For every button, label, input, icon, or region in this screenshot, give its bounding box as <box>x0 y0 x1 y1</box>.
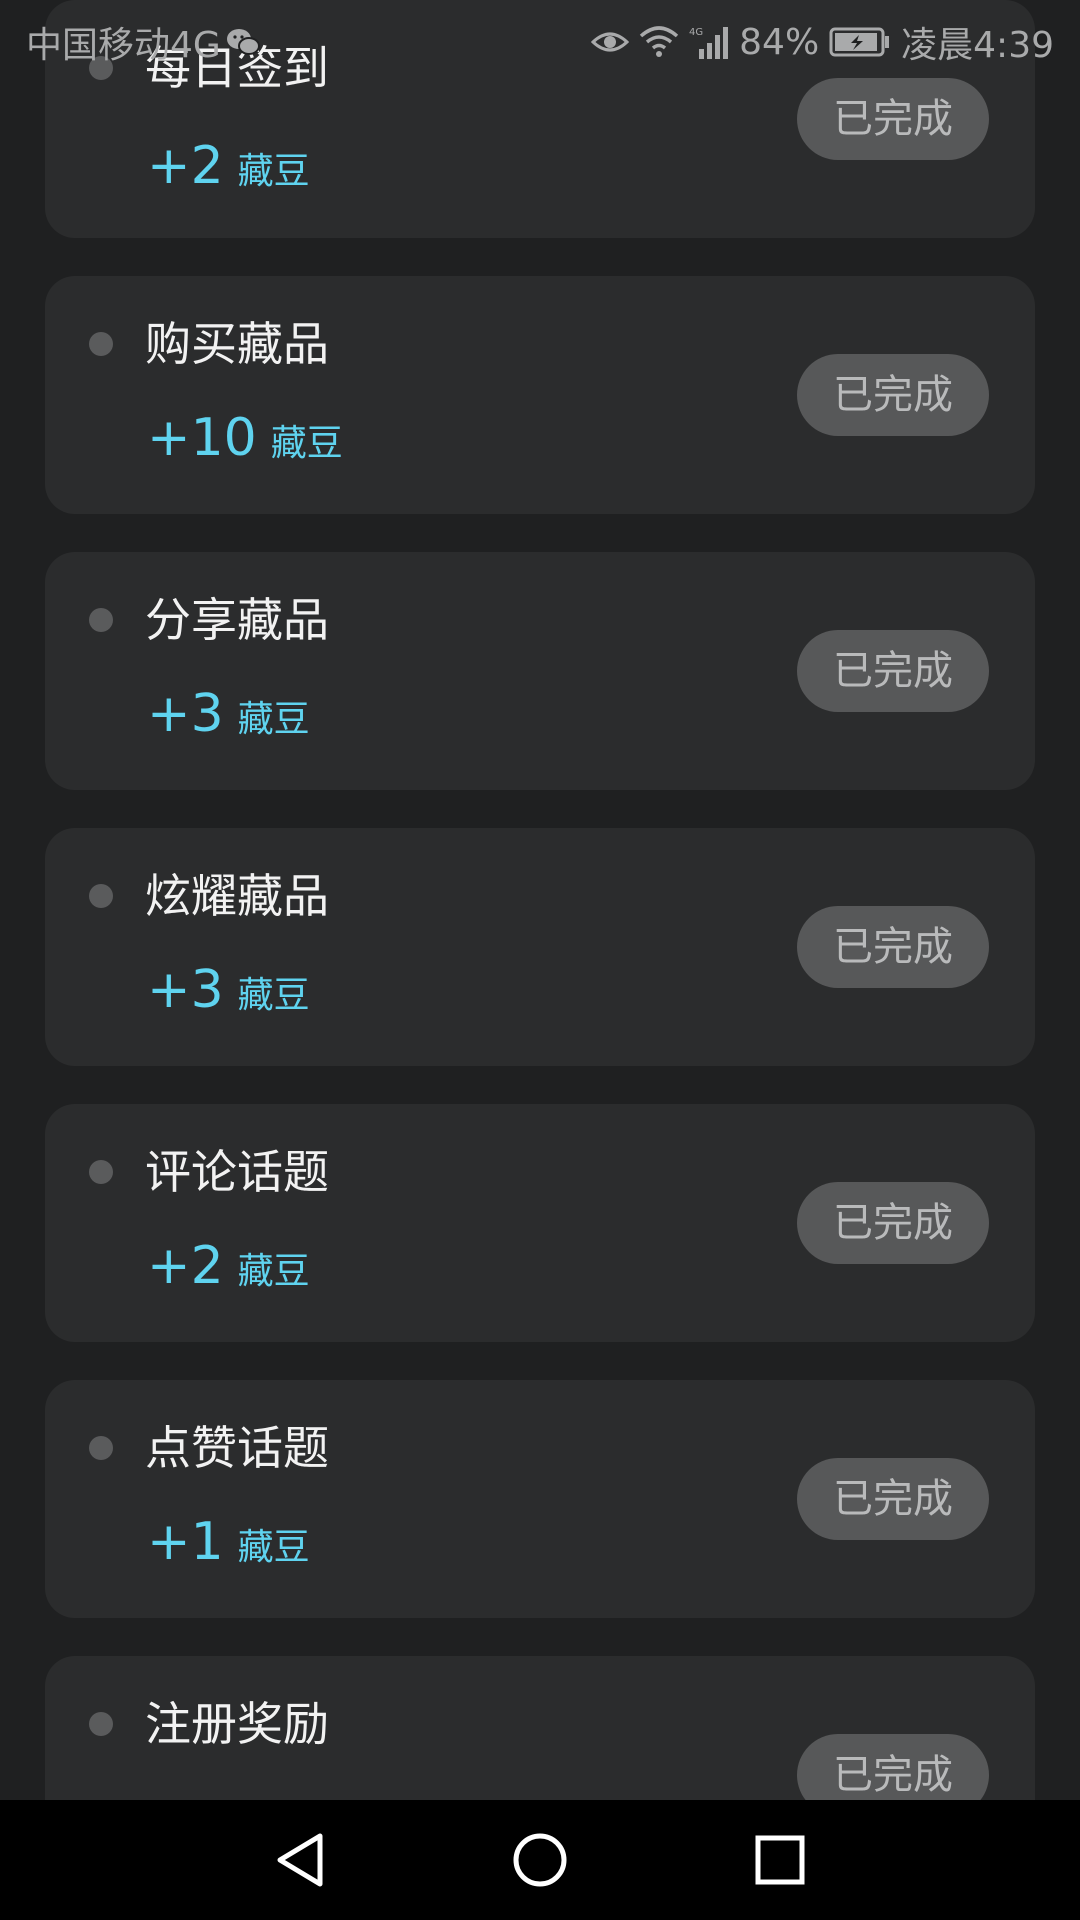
status-left: 中国移动4G <box>26 16 261 68</box>
task-title: 评论话题 <box>145 1145 329 1199</box>
eye-icon <box>591 28 630 56</box>
wechat-icon <box>225 27 261 57</box>
wifi-icon <box>639 26 679 58</box>
reward-amount: +1 <box>147 1512 224 1572</box>
task-reward: +2 藏豆 <box>147 1236 310 1302</box>
screen: 中国移动4G 4G 84% 凌晨4:39 每日签到 +2 藏豆 已完成 购买藏品… <box>0 0 1080 1920</box>
reward-unit: 藏豆 <box>237 1527 310 1568</box>
reward-unit: 藏豆 <box>237 699 310 740</box>
task-status-button[interactable]: 已完成 <box>797 906 989 988</box>
reward-amount: +3 <box>147 684 224 744</box>
task-title: 点赞话题 <box>145 1421 329 1475</box>
reward-amount: +3 <box>147 960 224 1020</box>
task-status-button[interactable]: 已完成 <box>797 1182 989 1264</box>
task-bullet <box>89 332 113 356</box>
recents-button[interactable] <box>740 1820 820 1900</box>
task-card-share-collectible: 分享藏品 +3 藏豆 已完成 <box>45 552 1035 790</box>
task-card-comment-topic: 评论话题 +2 藏豆 已完成 <box>45 1104 1035 1342</box>
task-bullet <box>89 1160 113 1184</box>
task-reward: +2 藏豆 <box>147 136 310 202</box>
task-reward: +3 藏豆 <box>147 684 310 750</box>
task-title: 分享藏品 <box>145 593 329 647</box>
carrier-label: 中国移动4G <box>26 25 221 66</box>
reward-unit: 藏豆 <box>237 151 310 192</box>
task-status-button[interactable]: 已完成 <box>797 630 989 712</box>
task-reward: +1 藏豆 <box>147 1512 310 1578</box>
task-title: 注册奖励 <box>145 1697 329 1751</box>
task-status-button[interactable]: 已完成 <box>797 354 989 436</box>
back-icon <box>277 1833 323 1887</box>
reward-amount: +2 <box>147 1236 224 1296</box>
task-bullet <box>89 1436 113 1460</box>
signal-icon: 4G <box>689 25 729 59</box>
home-icon <box>513 1833 567 1887</box>
task-card-showoff-collectible: 炫耀藏品 +3 藏豆 已完成 <box>45 828 1035 1066</box>
task-bullet <box>89 1712 113 1736</box>
task-title: 炫耀藏品 <box>145 869 329 923</box>
svg-text:4G: 4G <box>689 27 703 38</box>
reward-unit: 藏豆 <box>237 975 310 1016</box>
reward-amount: +10 <box>147 408 257 468</box>
clock: 凌晨4:39 <box>901 25 1054 66</box>
task-status-button[interactable]: 已完成 <box>797 78 989 160</box>
task-bullet <box>89 884 113 908</box>
reward-amount: +2 <box>147 136 224 196</box>
reward-unit: 藏豆 <box>237 1251 310 1292</box>
task-reward: +10 藏豆 <box>147 408 343 474</box>
recents-icon <box>755 1835 805 1885</box>
battery-percent: 84% <box>739 21 820 63</box>
home-button[interactable] <box>500 1820 580 1900</box>
reward-unit: 藏豆 <box>270 423 343 464</box>
task-bullet <box>89 608 113 632</box>
task-title: 购买藏品 <box>145 317 329 371</box>
task-card-like-topic: 点赞话题 +1 藏豆 已完成 <box>45 1380 1035 1618</box>
task-status-button[interactable]: 已完成 <box>797 1458 989 1540</box>
task-reward: +3 藏豆 <box>147 960 310 1026</box>
battery-icon <box>829 27 891 57</box>
back-button[interactable] <box>260 1820 340 1900</box>
navigation-bar <box>0 1800 1080 1920</box>
status-right: 4G 84% 凌晨4:39 <box>591 16 1054 68</box>
status-bar: 中国移动4G 4G 84% 凌晨4:39 <box>0 0 1080 76</box>
task-card-buy-collectible: 购买藏品 +10 藏豆 已完成 <box>45 276 1035 514</box>
